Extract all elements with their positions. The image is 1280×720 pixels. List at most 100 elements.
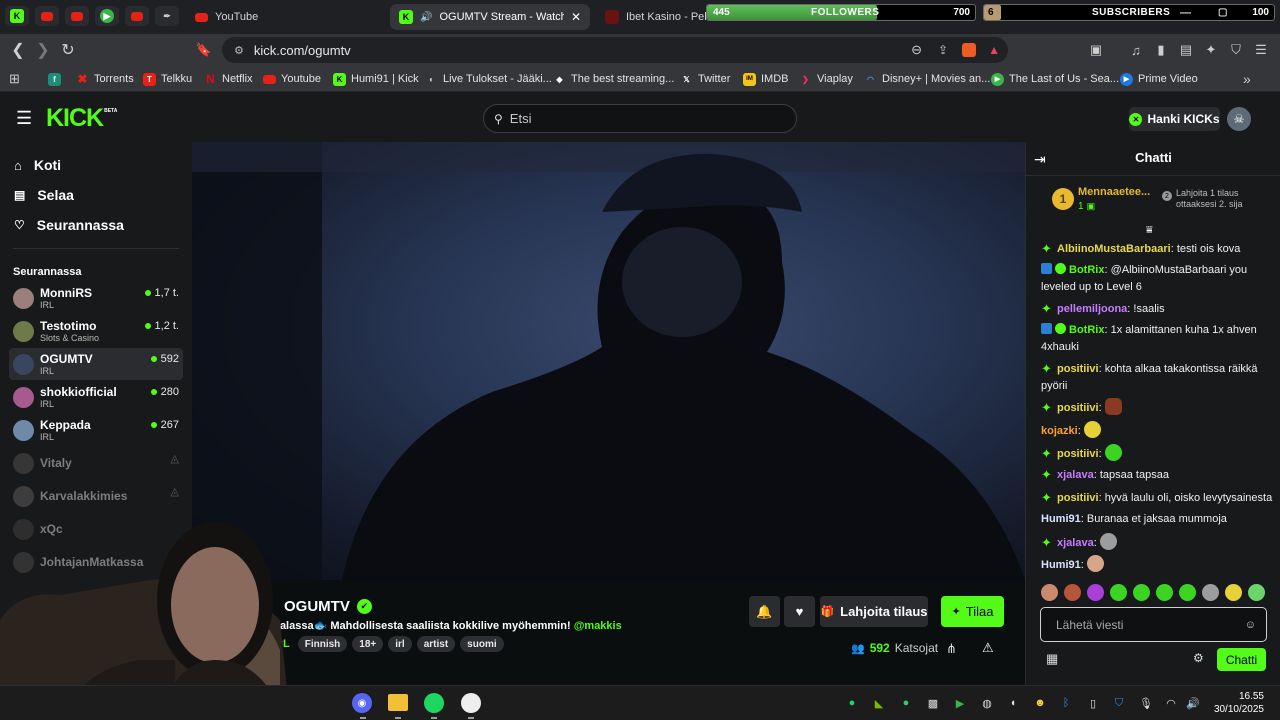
- tag-irl[interactable]: irl: [388, 636, 412, 652]
- tray-network-icon[interactable]: ◖: [1006, 696, 1020, 710]
- tag-18plus[interactable]: 18+: [352, 636, 384, 652]
- tray-app-icon[interactable]: ●: [899, 696, 913, 710]
- search-input[interactable]: ⚲ Etsi: [483, 104, 797, 133]
- chat-username[interactable]: positiivi: [1057, 363, 1099, 375]
- chat-username[interactable]: positiivi: [1057, 402, 1099, 414]
- chat-username[interactable]: Humi91: [1041, 513, 1081, 525]
- bookmark-netflix[interactable]: N Netflix: [204, 71, 252, 87]
- clock[interactable]: 16.55 30/10/2025: [1212, 690, 1264, 716]
- pinned-tab-feather[interactable]: ✒: [155, 6, 179, 26]
- chat-rules-icon[interactable]: ⩸: [1146, 224, 1153, 237]
- chat-username[interactable]: pellemiljoona: [1057, 303, 1127, 315]
- channel-name[interactable]: OGUMTV: [284, 598, 350, 615]
- battery-icon[interactable]: ▯: [1086, 696, 1100, 710]
- channel-item-keppada[interactable]: Keppada IRL 267: [9, 414, 183, 446]
- bookmark-icon[interactable]: 🔖: [194, 40, 214, 60]
- channel-item-testotimo[interactable]: Testotimo Slots & Casino 1,2 t.: [9, 315, 183, 347]
- minimize-icon[interactable]: —: [1180, 7, 1191, 19]
- channel-item-vitaly[interactable]: Vitaly ◬: [9, 447, 183, 479]
- subscribe-button[interactable]: ✦ Tilaa: [941, 596, 1004, 627]
- site-info-icon[interactable]: ⚙: [234, 44, 244, 57]
- nav-home[interactable]: ⌂ Koti: [14, 155, 61, 175]
- chat-username[interactable]: BotRix: [1069, 324, 1104, 336]
- emote-picker-item[interactable]: [1248, 584, 1265, 601]
- tray-emoji-icon[interactable]: ☻: [1033, 696, 1047, 710]
- get-kicks-button[interactable]: ✕ Hanki KICKs: [1129, 107, 1220, 131]
- chat-settings-icon[interactable]: ⚙: [1193, 651, 1204, 665]
- bookmark-unnamed[interactable]: f: [48, 71, 61, 87]
- discord-icon[interactable]: ◉: [352, 693, 372, 713]
- bookmark-youtube[interactable]: Youtube: [263, 71, 321, 87]
- nav-browse[interactable]: ▤ Selaa: [14, 185, 74, 205]
- tray-spotify-icon[interactable]: ●: [845, 696, 859, 710]
- bookmark-live-tulokset[interactable]: ◐ Live Tulokset - Jääki...: [425, 71, 552, 87]
- obs-icon[interactable]: [461, 693, 481, 713]
- tag-suomi[interactable]: suomi: [460, 636, 504, 652]
- tag-finnish[interactable]: Finnish: [297, 636, 348, 652]
- bookmark-humi91[interactable]: K Humi91 | Kick: [333, 71, 419, 87]
- media-icon[interactable]: ♫: [1128, 42, 1144, 58]
- emote-picker-item[interactable]: [1179, 584, 1196, 601]
- bookmark-last-of-us[interactable]: ▶ The Last of Us - Sea...: [991, 71, 1119, 87]
- emote-picker-item[interactable]: [1087, 584, 1104, 601]
- pinned-tab-player[interactable]: ▶: [95, 6, 119, 26]
- chat-username[interactable]: kojazki: [1041, 425, 1078, 437]
- reload-icon[interactable]: ↻: [58, 40, 78, 60]
- bookmark-disney[interactable]: ◠ Disney+ | Movies an...: [864, 71, 990, 87]
- zoom-icon[interactable]: ⊖: [911, 42, 922, 58]
- tray-nvidia-icon[interactable]: ◣: [872, 696, 886, 710]
- channel-item-monnirs[interactable]: MonniRS IRL 1,7 t.: [9, 282, 183, 314]
- emoji-icon[interactable]: ☺: [1245, 619, 1256, 631]
- nav-following[interactable]: ♡ Seurannassa: [14, 215, 124, 235]
- tab-ogumtv[interactable]: K 🔊 OGUMTV Stream - Watch Live ✕: [390, 4, 590, 30]
- channel-item-karvalakkimies[interactable]: Karvalakkimies ◬: [9, 480, 183, 512]
- report-warning-icon[interactable]: ⚠: [982, 640, 994, 656]
- chat-username[interactable]: AlbiinoMustaBarbaari: [1057, 243, 1171, 255]
- video-player[interactable]: [192, 142, 1025, 580]
- tab-ibet[interactable]: Ibet Kasino - Pelaa: [596, 4, 708, 30]
- emote-picker-item[interactable]: [1156, 584, 1173, 601]
- file-explorer-icon[interactable]: [388, 694, 408, 711]
- share-icon[interactable]: ⋔: [946, 641, 957, 657]
- follow-heart-button[interactable]: ♥: [784, 596, 815, 627]
- emote-picker-item[interactable]: [1110, 584, 1127, 601]
- chat-username[interactable]: positiivi: [1057, 448, 1099, 460]
- apps-icon[interactable]: ⊞: [9, 71, 20, 87]
- emote-picker-item[interactable]: [1202, 584, 1219, 601]
- pinned-tab-kick[interactable]: K: [5, 6, 29, 26]
- emote-picker-item[interactable]: [1225, 584, 1242, 601]
- reader-mode-icon[interactable]: ▣: [1088, 42, 1104, 58]
- mention-link[interactable]: @makkis: [574, 620, 622, 632]
- bookmark-viaplay[interactable]: ❯ Viaplay: [799, 71, 853, 87]
- kick-logo[interactable]: KICK BETA: [46, 104, 117, 132]
- volume-icon[interactable]: 🔊: [1186, 696, 1200, 710]
- gift-sub-button[interactable]: 🎁 Lahjoita tilaus: [820, 596, 928, 627]
- chat-username[interactable]: xjalava: [1057, 537, 1094, 549]
- tab-youtube[interactable]: YouTube: [186, 4, 382, 30]
- bookmark-imdb[interactable]: IM IMDB: [743, 71, 789, 87]
- emote-picker-item[interactable]: [1041, 584, 1058, 601]
- vpn-icon[interactable]: ⛉: [1228, 42, 1244, 58]
- brave-rewards-icon[interactable]: ▲: [988, 43, 1000, 57]
- bookmark-torrents[interactable]: ✖ Torrents: [76, 71, 133, 87]
- tray-gallery-icon[interactable]: ▩: [926, 696, 940, 710]
- chat-username[interactable]: positiivi: [1057, 492, 1099, 504]
- tray-steam-icon[interactable]: ◍: [980, 696, 994, 710]
- maximize-icon[interactable]: ▢: [1218, 7, 1227, 18]
- channel-item-shokkiofficial[interactable]: shokkiofficial IRL 280: [9, 381, 183, 413]
- channel-item-ogumtv[interactable]: OGUMTV IRL 592: [9, 348, 183, 380]
- chat-username[interactable]: BotRix: [1069, 264, 1104, 276]
- store-icon[interactable]: ▦: [1046, 651, 1058, 667]
- defender-icon[interactable]: ⛉: [1112, 696, 1126, 710]
- pinned-tab-youtube-1[interactable]: [35, 6, 59, 26]
- chat-send-button[interactable]: Chatti: [1217, 648, 1266, 671]
- close-icon[interactable]: ✕: [571, 10, 581, 24]
- bookmark-telkku[interactable]: T Telkku: [143, 71, 192, 87]
- tray-play-icon[interactable]: ▶: [953, 696, 967, 710]
- more-bookmarks-icon[interactable]: »: [1243, 71, 1251, 87]
- wallet-icon[interactable]: ▤: [1178, 42, 1194, 58]
- back-icon[interactable]: ❮: [8, 40, 28, 60]
- sidebar-toggle-icon[interactable]: ▮: [1153, 42, 1169, 58]
- microphone-icon[interactable]: 🎙: [1139, 696, 1153, 710]
- wifi-icon[interactable]: ◠: [1164, 696, 1178, 710]
